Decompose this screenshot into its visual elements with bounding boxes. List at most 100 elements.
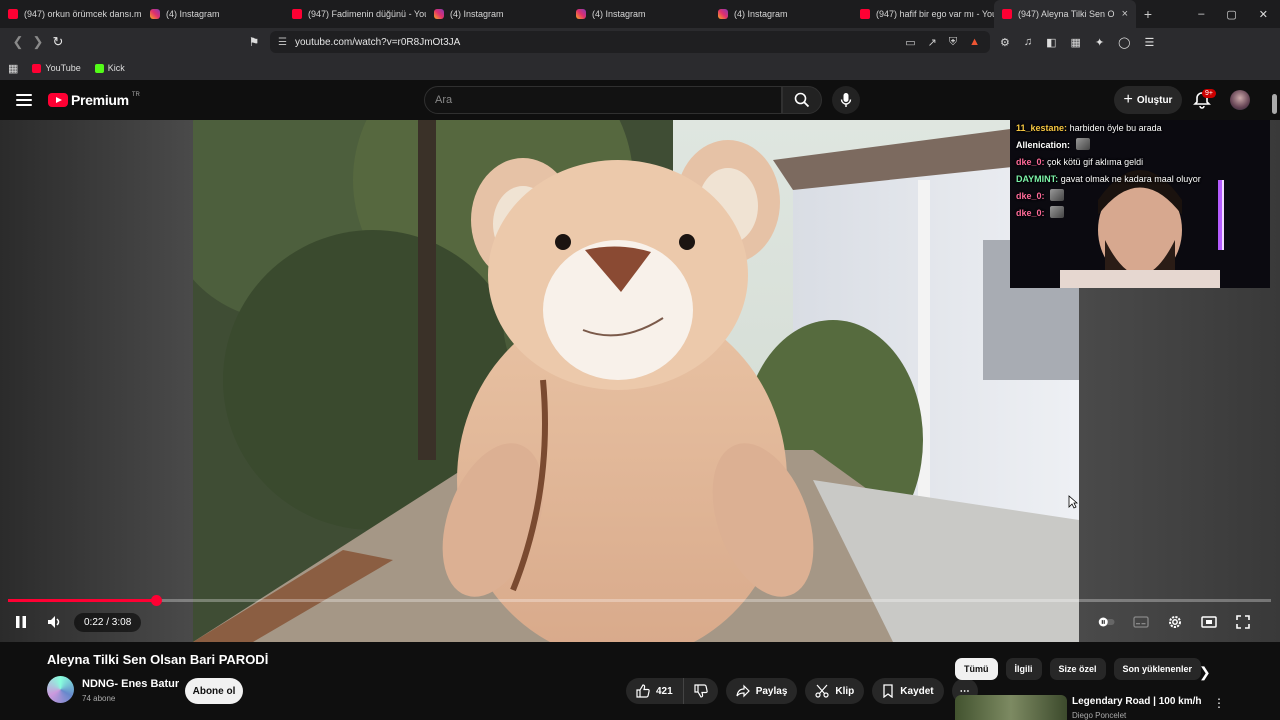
menu-icon[interactable]: ☰ xyxy=(1144,36,1154,49)
bookmark-kick[interactable]: Kick xyxy=(94,63,125,73)
settings-button[interactable] xyxy=(1166,613,1184,631)
share-page-icon[interactable]: ↗ xyxy=(928,36,937,49)
filter-chip[interactable]: Tümü xyxy=(955,658,998,680)
cast-icon[interactable]: ▭ xyxy=(905,36,915,49)
subscriber-count: 74 abone xyxy=(82,694,116,703)
music-icon[interactable]: ♫ xyxy=(1024,36,1032,49)
account-avatar[interactable] xyxy=(1230,90,1250,110)
more-vertical-icon[interactable]: ⋮ xyxy=(1213,696,1225,710)
stream-chat-overlay: 11_kestane: harbiden öyle bu arada Alleni… xyxy=(1016,120,1270,232)
browser-tab[interactable]: (947) hafif bir ego var mı - You xyxy=(852,0,994,28)
search-placeholder: Ara xyxy=(435,94,453,106)
filter-chip[interactable]: Son yüklenenler xyxy=(1113,658,1202,680)
close-tab-icon[interactable]: × xyxy=(1122,8,1128,20)
save-button[interactable]: Kaydet xyxy=(872,678,944,704)
mouse-cursor-icon xyxy=(1068,495,1078,509)
guide-menu-button[interactable] xyxy=(16,94,32,106)
share-button[interactable]: Paylaş xyxy=(725,678,798,704)
browser-tab[interactable]: (4) Instagram xyxy=(568,0,710,28)
browser-tab-title: (947) Fadimenin düğünü - YouT xyxy=(308,9,426,19)
chat-message: dke_0: xyxy=(1016,205,1270,222)
url-text: youtube.com/watch?v=r0R8JmOt3JA xyxy=(294,36,461,48)
extensions-icon[interactable]: ⚙ xyxy=(1000,36,1010,49)
theater-mode-button[interactable] xyxy=(1200,613,1218,631)
seek-bar-scrubber[interactable] xyxy=(150,595,162,606)
microphone-icon xyxy=(840,93,852,107)
bookmark-youtube[interactable]: YouTube xyxy=(32,63,81,73)
subtitles-button[interactable] xyxy=(1132,613,1150,631)
channel-name[interactable]: NDNG- Enes Batur xyxy=(82,678,179,690)
filter-chip[interactable]: Size özel xyxy=(1049,658,1106,680)
instagram-icon xyxy=(150,9,160,19)
chat-message: DAYMINT: gavat olmak ne kadara maal oluy… xyxy=(1016,171,1270,188)
leo-icon[interactable]: ✦ xyxy=(1095,36,1104,49)
autoplay-toggle[interactable] xyxy=(1098,613,1116,631)
search-input[interactable]: Ara xyxy=(424,86,782,114)
vpn-icon[interactable]: ◯ xyxy=(1118,36,1130,49)
fullscreen-button[interactable] xyxy=(1234,613,1252,631)
fullscreen-icon xyxy=(1236,615,1250,629)
youtube-icon xyxy=(1002,9,1012,19)
chat-message: Allenication: xyxy=(1016,137,1270,154)
like-button[interactable]: 421 xyxy=(626,678,683,704)
share-icon xyxy=(736,684,750,698)
back-icon[interactable]: ❮ xyxy=(8,34,28,50)
seek-bar-played xyxy=(8,599,156,602)
recommendation-title[interactable]: Legendary Road | 100 km/h xyxy=(1072,696,1202,707)
youtube-logo-icon xyxy=(48,93,68,107)
close-window-icon[interactable]: ✕ xyxy=(1259,8,1268,21)
browser-tab[interactable]: (947) Fadimenin düğünü - YouT xyxy=(284,0,426,28)
create-button[interactable]: + Oluştur xyxy=(1114,86,1182,114)
youtube-icon xyxy=(292,9,302,19)
bookmark-icon[interactable]: ⚑ xyxy=(244,35,264,49)
maximize-icon[interactable]: ▢ xyxy=(1226,8,1236,21)
seek-bar[interactable] xyxy=(8,595,1271,606)
recommendation-thumbnail[interactable] xyxy=(955,695,1067,720)
forward-icon[interactable]: ❯ xyxy=(28,34,48,50)
clip-button[interactable]: Klip xyxy=(805,678,865,704)
recommendation-channel[interactable]: Diego Poncelet xyxy=(1072,711,1126,720)
address-bar[interactable]: ☰ youtube.com/watch?v=r0R8JmOt3JA ▭ ↗ ⛨ … xyxy=(270,31,990,53)
browser-tab[interactable]: (4) Instagram xyxy=(142,0,284,28)
sidebar-icon[interactable]: ◧ xyxy=(1046,36,1056,49)
pause-icon xyxy=(16,616,26,628)
browser-tab[interactable]: (4) Instagram xyxy=(710,0,852,28)
site-info-icon[interactable]: ☰ xyxy=(278,37,287,48)
chat-username: DAYMINT: xyxy=(1016,174,1059,184)
shield-icon[interactable]: ⛨ xyxy=(949,36,957,49)
rewards-icon[interactable]: ▲ xyxy=(969,36,980,49)
video-player[interactable]: 11_kestane: harbiden öyle bu arada Alleni… xyxy=(0,120,1280,642)
browser-tab[interactable]: (947) orkun örümcek dansı.mp xyxy=(0,0,142,28)
search-button[interactable] xyxy=(782,86,822,114)
chat-emote-icon xyxy=(1050,206,1065,218)
volume-button[interactable] xyxy=(46,613,64,631)
browser-tab-title: (4) Instagram xyxy=(734,9,788,19)
new-tab-button[interactable]: + xyxy=(1136,6,1160,22)
chat-username: dke_0: xyxy=(1016,157,1045,167)
page-scrollbar[interactable] xyxy=(1272,94,1277,114)
wallet-icon[interactable]: ▦ xyxy=(1071,36,1081,49)
apps-icon[interactable]: ▦ xyxy=(8,62,18,75)
autoplay-toggle-icon xyxy=(1098,617,1115,627)
like-count: 421 xyxy=(656,685,673,697)
voice-search-button[interactable] xyxy=(832,86,860,114)
chat-username: 11_kestane: xyxy=(1016,123,1068,133)
filter-chip[interactable]: İlgili xyxy=(1005,658,1042,680)
chat-emote-icon xyxy=(1075,138,1090,150)
browser-tab-title: (4) Instagram xyxy=(592,9,646,19)
channel-avatar[interactable] xyxy=(47,676,74,703)
browser-tab[interactable]: (4) Instagram xyxy=(426,0,568,28)
chat-username: Allenication: xyxy=(1016,140,1071,150)
bookmarks-bar: ▦ YouTube Kick xyxy=(0,56,1280,80)
subtitles-icon xyxy=(1133,616,1149,628)
browser-tab[interactable]: (947) Aleyna Tilki Sen O × xyxy=(994,0,1136,28)
dislike-button[interactable] xyxy=(682,678,718,704)
minimize-icon[interactable]: – xyxy=(1198,8,1204,21)
reload-icon[interactable]: ↻ xyxy=(48,34,68,50)
instagram-icon xyxy=(576,9,586,19)
youtube-icon xyxy=(32,63,42,73)
chevron-right-icon[interactable]: ❯ xyxy=(1199,664,1211,681)
subscribe-button[interactable]: Abone ol xyxy=(185,678,243,704)
pause-button[interactable] xyxy=(12,613,30,631)
youtube-premium-logo[interactable]: Premium TR xyxy=(48,92,140,108)
